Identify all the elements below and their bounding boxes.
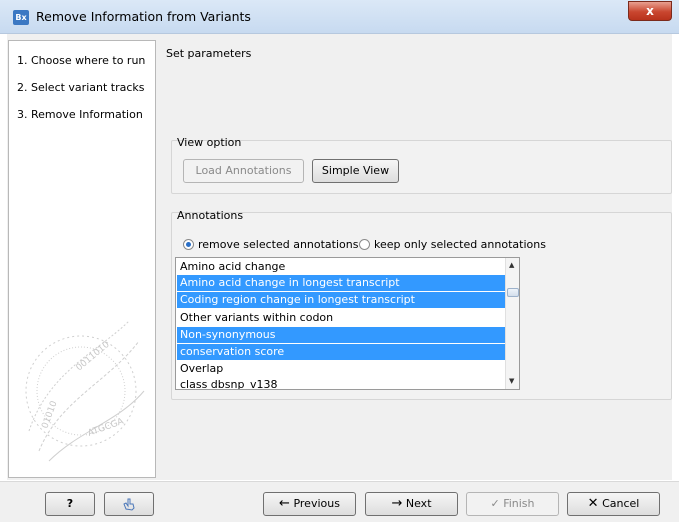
checkmark-icon: ✓: [490, 497, 500, 510]
load-annotations-button[interactable]: Load Annotations: [183, 159, 304, 183]
cancel-x-icon: ✕: [587, 496, 599, 511]
left-arrow-icon: ←: [279, 496, 290, 511]
wizard-steps-panel: 1. Choose where to run 2. Select variant…: [8, 40, 156, 478]
simple-view-button[interactable]: Simple View: [312, 159, 399, 183]
view-option-label: View option: [177, 136, 242, 149]
title-bar[interactable]: Bx Remove Information from Variants x: [0, 0, 679, 34]
list-item[interactable]: Amino acid change: [177, 259, 505, 275]
svg-text:01010: 01010: [40, 399, 59, 430]
help-label: ?: [66, 497, 74, 510]
window-title: Remove Information from Variants: [36, 9, 251, 24]
list-item[interactable]: Amino acid change in longest transcript: [177, 275, 505, 291]
cancel-label: Cancel: [602, 497, 640, 510]
annotations-label: Annotations: [177, 209, 244, 222]
scrollbar-thumb[interactable]: [507, 288, 519, 297]
list-item[interactable]: conservation score: [177, 344, 505, 360]
annotations-list[interactable]: Amino acid change Amino acid change in l…: [175, 257, 520, 390]
decorative-swirl-logo: 0011010 01010 ATGCGA: [25, 320, 145, 462]
scroll-down-arrow-icon[interactable]: ▼: [509, 377, 514, 385]
keep-selected-label[interactable]: keep only selected annotations: [374, 238, 546, 251]
right-arrow-icon: →: [391, 496, 403, 511]
scroll-up-arrow-icon[interactable]: ▲: [509, 261, 514, 269]
svg-text:ATGCGA: ATGCGA: [87, 416, 126, 438]
remove-selected-radio[interactable]: [183, 239, 194, 250]
close-button[interactable]: x: [628, 1, 672, 21]
remove-selected-label[interactable]: remove selected annotations: [198, 238, 358, 251]
next-label: Next: [405, 497, 432, 510]
list-scrollbar[interactable]: ▲ ▼: [505, 258, 519, 389]
list-item[interactable]: Other variants within codon: [177, 310, 505, 326]
finish-button[interactable]: ✓ Finish: [466, 492, 559, 516]
reset-hand-icon: [123, 498, 135, 511]
step-remove-information: 3. Remove Information: [17, 108, 143, 121]
next-button[interactable]: → Next: [365, 492, 458, 516]
keep-selected-radio[interactable]: [359, 239, 370, 250]
panel-title: Set parameters: [166, 47, 252, 60]
previous-button[interactable]: ← Previous: [263, 492, 356, 516]
app-icon: Bx: [13, 10, 29, 25]
list-item[interactable]: Overlap: [177, 361, 505, 377]
previous-label: Previous: [293, 497, 340, 510]
list-item[interactable]: class dbsnp_v138: [177, 377, 505, 389]
cancel-button[interactable]: ✕ Cancel: [567, 492, 660, 516]
step-choose-where-to-run: 1. Choose where to run: [17, 54, 146, 67]
list-item[interactable]: Non-synonymous: [177, 327, 505, 343]
svg-text:0011010: 0011010: [75, 340, 112, 374]
list-item[interactable]: Coding region change in longest transcri…: [177, 292, 505, 308]
step-select-variant-tracks: 2. Select variant tracks: [17, 81, 145, 94]
wizard-footer: ? ← Previous → Next ✓ Finish ✕ Cancel: [0, 482, 679, 522]
reset-button[interactable]: [104, 492, 154, 516]
help-button[interactable]: ?: [45, 492, 95, 516]
dialog-window: Bx Remove Information from Variants x 1.…: [0, 0, 679, 522]
finish-label: Finish: [503, 497, 535, 510]
